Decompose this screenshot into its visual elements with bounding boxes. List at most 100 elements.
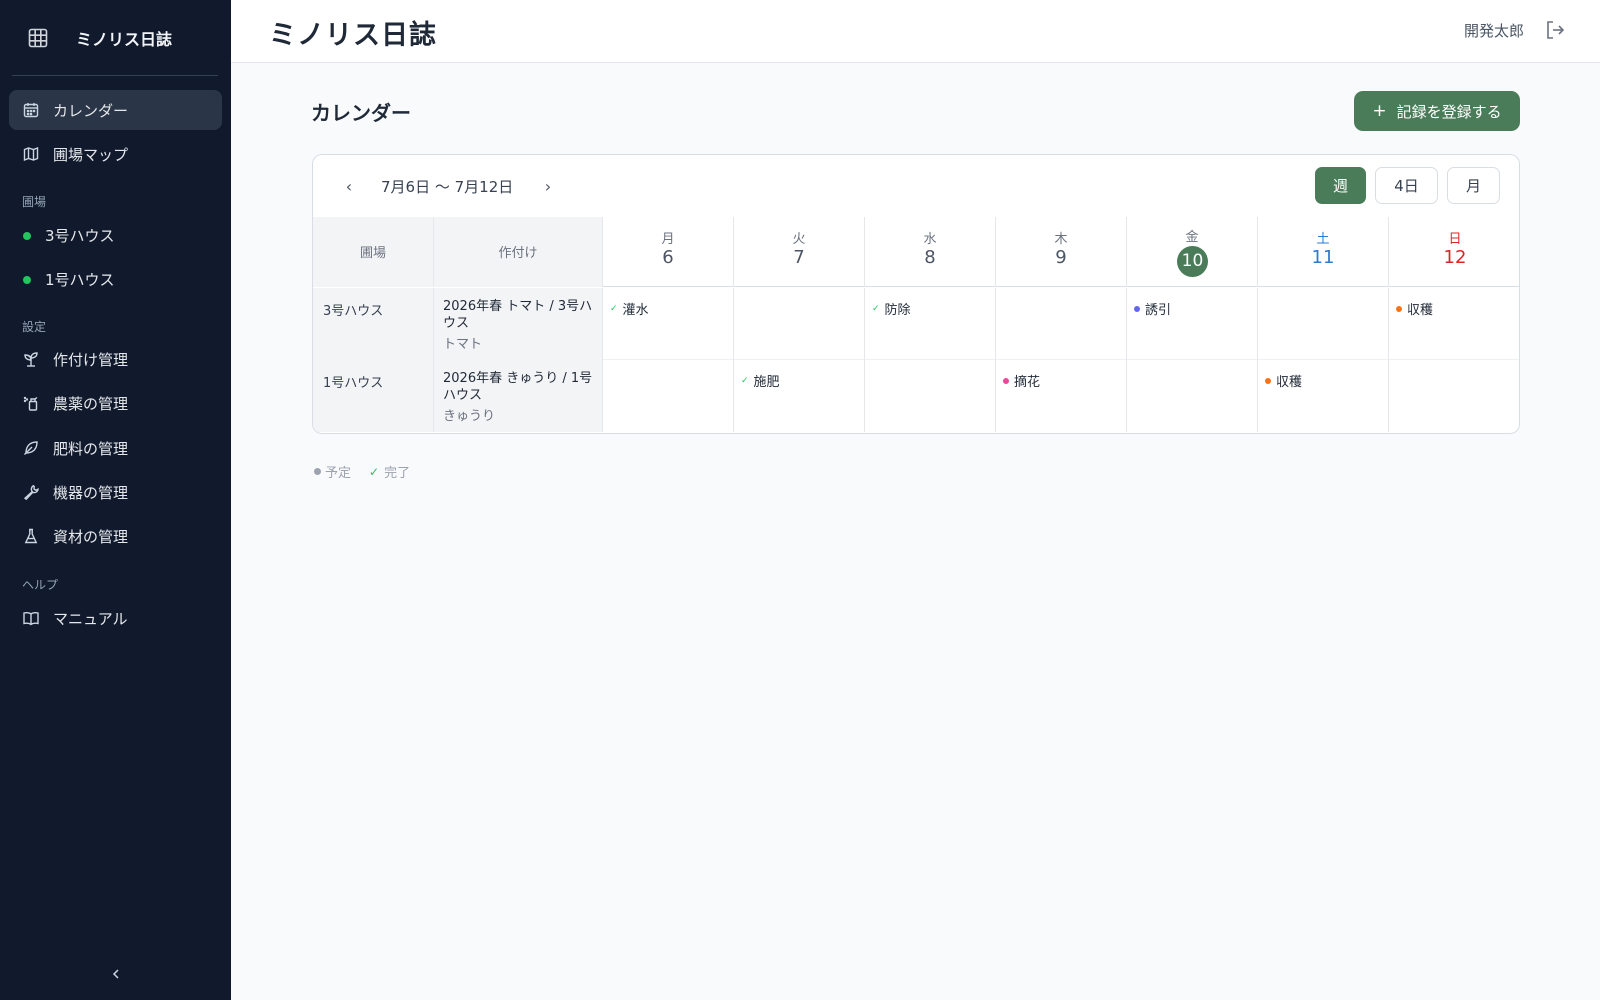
date-number: 11: [1311, 247, 1335, 268]
grid-logo-icon: [28, 28, 48, 48]
event-pest-control[interactable]: ✓ 防除: [872, 299, 911, 318]
flask-icon: [23, 528, 39, 544]
day-header-fri-today[interactable]: 金 10: [1127, 217, 1258, 287]
sidebar-collapse-button[interactable]: [104, 962, 128, 986]
event-training[interactable]: 誘引: [1134, 299, 1171, 318]
day-header-mon[interactable]: 月 6: [603, 217, 734, 287]
event-label: 収穫: [1407, 303, 1434, 318]
user-name[interactable]: 開発太郎: [1464, 20, 1524, 41]
sidebar-item-label: マニュアル: [53, 610, 128, 628]
map-icon: [23, 146, 39, 162]
sidebar-item-fertilizers[interactable]: 肥料の管理: [9, 428, 222, 468]
sidebar-item-equipment[interactable]: 機器の管理: [9, 472, 222, 512]
sidebar-item-label: 資材の管理: [53, 528, 129, 546]
check-icon: ✓: [610, 303, 618, 314]
weekday-label: 月: [661, 232, 675, 247]
date-number: 7: [793, 247, 805, 268]
check-icon: ✓: [872, 303, 880, 314]
sidebar-item-pesticides[interactable]: 農薬の管理: [9, 383, 222, 423]
legend-done: 完了: [384, 466, 411, 481]
prev-week-button[interactable]: ‹: [339, 175, 359, 197]
sidebar-item-field-map[interactable]: 圃場マップ: [9, 134, 222, 174]
sidebar-brand[interactable]: ミノリス日誌: [0, 0, 231, 74]
sidebar-item-label: 作付け管理: [53, 351, 129, 369]
sidebar-item-field-3[interactable]: 3号ハウス: [9, 215, 222, 255]
day-cell[interactable]: [603, 360, 734, 432]
event-harvest[interactable]: 収穫: [1396, 299, 1433, 318]
sidebar-item-label: 機器の管理: [53, 484, 129, 502]
crop-column-header: 作付け: [434, 217, 603, 287]
day-cell[interactable]: ✓ 施肥: [734, 360, 865, 432]
day-cell[interactable]: [996, 288, 1127, 360]
chevron-right-icon: ›: [544, 176, 552, 196]
view-week-button[interactable]: 週: [1315, 167, 1366, 204]
leaf-icon: [23, 440, 39, 456]
event-flower-thinning[interactable]: 摘花: [1003, 371, 1040, 390]
field-name: 1号ハウス: [323, 376, 384, 391]
day-cell[interactable]: 誘引: [1127, 288, 1258, 360]
event-irrigation[interactable]: ✓ 灌水: [610, 299, 649, 318]
weekday-label: 水: [923, 232, 937, 247]
date-range: 7月6日 〜 7月12日: [381, 178, 514, 196]
day-cell[interactable]: [1127, 360, 1258, 432]
view-month-button[interactable]: 月: [1447, 167, 1500, 204]
event-fertilizing[interactable]: ✓ 施肥: [741, 371, 780, 390]
day-cell[interactable]: 摘花: [996, 360, 1127, 432]
day-cell[interactable]: 収穫: [1389, 288, 1519, 360]
crop-title: 2026年春 トマト / 3号ハウス: [443, 299, 593, 331]
event-harvest[interactable]: 収穫: [1265, 371, 1302, 390]
event-label: 施肥: [753, 375, 780, 390]
sidebar-item-calendar[interactable]: カレンダー: [9, 90, 222, 130]
status-dot: [23, 276, 31, 284]
day-cell[interactable]: [865, 360, 996, 432]
day-cell[interactable]: 収穫: [1258, 360, 1389, 432]
day-cell[interactable]: [1389, 360, 1519, 432]
top-header: ミノリス日誌 開発太郎: [231, 0, 1600, 63]
event-label: 防除: [884, 303, 911, 318]
field-name: 3号ハウス: [323, 304, 384, 319]
sidebar-item-manual[interactable]: マニュアル: [9, 598, 222, 638]
calendar-icon: [23, 102, 39, 118]
sidebar-item-field-1[interactable]: 1号ハウス: [9, 259, 222, 299]
event-label: 摘花: [1014, 375, 1041, 390]
crop-column-label: 作付け: [498, 246, 538, 261]
sidebar-item-materials[interactable]: 資材の管理: [9, 516, 222, 556]
day-header-thu[interactable]: 木 9: [996, 217, 1127, 287]
day-header-sat[interactable]: 土 11: [1258, 217, 1389, 287]
seedling-icon: [23, 351, 39, 367]
next-week-button[interactable]: ›: [538, 175, 558, 197]
sidebar-item-planting[interactable]: 作付け管理: [9, 339, 222, 379]
day-header-sun[interactable]: 日 12: [1389, 217, 1519, 287]
calendar-legend: 予定 ✓ 完了: [314, 462, 410, 481]
crop-cell[interactable]: 2026年春 きゅうり / 1号ハウス きゅうり: [434, 360, 603, 432]
section-help-label: ヘルプ: [22, 578, 59, 592]
day-cell[interactable]: [1258, 288, 1389, 360]
weekday-label: 土: [1316, 232, 1330, 247]
day-cell[interactable]: [734, 288, 865, 360]
field-column-label: 圃場: [359, 246, 386, 261]
weekday-label: 日: [1448, 232, 1462, 247]
event-label: 誘引: [1145, 303, 1172, 318]
day-header-wed[interactable]: 水 8: [865, 217, 996, 287]
spray-bottle-icon: [23, 395, 39, 411]
page-title: カレンダー: [311, 101, 411, 125]
day-header-tue[interactable]: 火 7: [734, 217, 865, 287]
field-cell: 3号ハウス: [313, 288, 434, 360]
field-cell: 1号ハウス: [313, 360, 434, 432]
logout-button[interactable]: [1544, 19, 1568, 43]
day-cell[interactable]: ✓ 防除: [865, 288, 996, 360]
crop-cell[interactable]: 2026年春 トマト / 3号ハウス トマト: [434, 288, 603, 360]
planned-legend-dot: [314, 468, 321, 475]
plus-icon: +: [1372, 101, 1387, 121]
date-number: 6: [662, 247, 674, 268]
crop-name: トマト: [443, 337, 483, 352]
day-cell[interactable]: ✓ 灌水: [603, 288, 734, 360]
weekday-label: 火: [792, 232, 806, 247]
check-icon: ✓: [369, 464, 380, 479]
app-title: ミノリス日誌: [269, 20, 437, 51]
add-record-button[interactable]: + 記録を登録する: [1354, 91, 1520, 131]
sidebar-item-label: カレンダー: [53, 102, 129, 120]
view-4day-button[interactable]: 4日: [1375, 167, 1438, 204]
chevron-left-icon: [110, 968, 122, 980]
sidebar-item-label: 1号ハウス: [45, 271, 115, 289]
